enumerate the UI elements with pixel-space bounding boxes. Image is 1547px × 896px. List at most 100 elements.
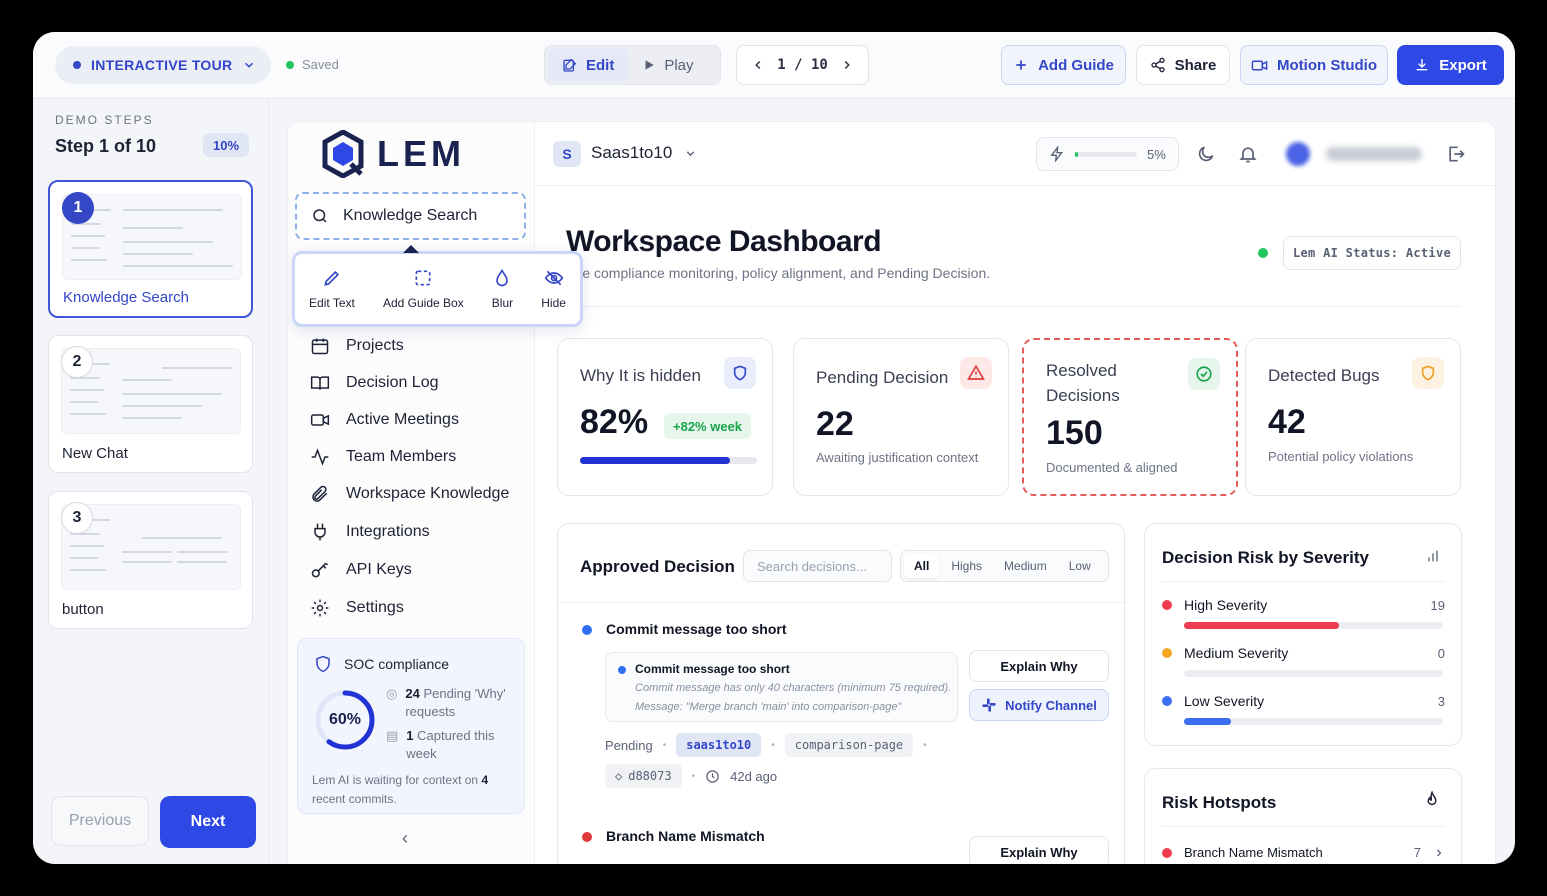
- check-circle-icon: [1188, 358, 1220, 390]
- dashed-box-icon: [415, 270, 431, 286]
- demo-app-frame: LEM Knowledge Search Edit Text Add Guide…: [287, 121, 1496, 864]
- guide-toolbar-popover: Edit Text Add Guide Box Blur Hide: [292, 245, 583, 327]
- steps-progress-text: Step 1 of 10: [55, 136, 157, 156]
- export-button[interactable]: Export: [1397, 45, 1504, 85]
- severity-bar: [1184, 670, 1443, 677]
- filter-low[interactable]: Low: [1059, 554, 1101, 578]
- soc-compliance-card: SOC compliance 60% ◎ 24 Pending 'Why' re…: [297, 638, 525, 814]
- shield-alert-icon: [1412, 357, 1444, 389]
- search-decisions-input[interactable]: Search decisions...: [743, 550, 892, 582]
- play-mode-button[interactable]: Play: [628, 49, 707, 81]
- soc-title: SOC compliance: [314, 655, 449, 673]
- risk-severity-card: Decision Risk by Severity High Severity 1…: [1144, 523, 1462, 746]
- previous-button[interactable]: Previous: [51, 796, 149, 846]
- bar-chart-icon[interactable]: [1425, 548, 1441, 564]
- steps-percent-badge: 10%: [203, 133, 249, 157]
- collapse-sidebar-icon[interactable]: ‹: [402, 828, 408, 849]
- paperclip-icon: [312, 485, 328, 502]
- calendar-icon: [311, 338, 329, 355]
- step-card-2[interactable]: 2 New Chat: [48, 335, 253, 473]
- key-icon: [311, 562, 329, 578]
- moon-icon[interactable]: [1196, 144, 1216, 164]
- risk-title: Decision Risk by Severity: [1162, 548, 1369, 567]
- issue-age: 42d ago: [730, 768, 778, 784]
- hide-tool[interactable]: Hide: [541, 268, 566, 310]
- severity-bar: [1184, 622, 1443, 629]
- add-guide-box-tool[interactable]: Add Guide Box: [383, 268, 464, 310]
- blur-tool[interactable]: Blur: [492, 268, 513, 310]
- gear-icon: [311, 599, 329, 617]
- step-card-1[interactable]: 1 Knowledge Search: [48, 180, 253, 318]
- explain-why-button[interactable]: Explain Why: [969, 836, 1109, 864]
- issue-title: Commit message too short: [606, 621, 787, 637]
- sidebar-item-active-meetings[interactable]: Active Meetings: [310, 410, 459, 430]
- saved-label: Saved: [302, 57, 339, 72]
- filter-medium[interactable]: Medium: [994, 554, 1057, 578]
- sidebar-item-decision-log[interactable]: Decision Log: [310, 373, 439, 393]
- chevron-left-icon[interactable]: [751, 58, 765, 72]
- next-button[interactable]: Next: [160, 796, 256, 848]
- chevron-right-icon[interactable]: [840, 58, 854, 72]
- video-icon: [1251, 60, 1268, 70]
- stat-label: Resolved Decisions: [1046, 361, 1120, 405]
- plug-icon: [314, 523, 326, 541]
- page-title: Workspace Dashboard: [566, 225, 882, 258]
- severity-row-high: High Severity 19: [1162, 597, 1445, 629]
- stat-progress-bar: [580, 457, 757, 464]
- severity-bar: [1184, 718, 1443, 725]
- video-icon: [310, 414, 330, 426]
- step-number: 3: [61, 502, 93, 534]
- edit-text-tool[interactable]: Edit Text: [309, 268, 355, 310]
- edit-mode-button[interactable]: Edit: [548, 49, 629, 81]
- motion-studio-button[interactable]: Motion Studio: [1240, 45, 1388, 85]
- lem-logo-icon: [322, 130, 364, 178]
- filter-all[interactable]: All: [904, 554, 940, 578]
- explain-why-button[interactable]: Explain Why: [969, 650, 1109, 682]
- logo-text: LEM: [377, 133, 465, 174]
- branch-tag[interactable]: comparison-page: [784, 733, 914, 757]
- saved-dot-icon: [286, 60, 294, 69]
- tour-dot-icon: [73, 61, 81, 69]
- slack-icon: [982, 698, 996, 712]
- edit-icon: [563, 58, 577, 72]
- avatar[interactable]: [1286, 142, 1310, 166]
- stat-value: 82%: [580, 403, 649, 441]
- activity-icon: [311, 448, 329, 466]
- sidebar-item-api-keys[interactable]: API Keys: [310, 560, 412, 580]
- detail-line: Commit message has only 40 characters (m…: [635, 682, 952, 694]
- share-button[interactable]: Share: [1136, 45, 1230, 85]
- hotspot-row[interactable]: Branch Name Mismatch 7: [1162, 845, 1445, 860]
- divider: [1162, 581, 1445, 582]
- severity-row-low: Low Severity 3: [1162, 693, 1445, 725]
- notify-channel-button[interactable]: Notify Channel: [969, 689, 1109, 721]
- step-card-3[interactable]: 3 button: [48, 491, 253, 629]
- step-label: button: [62, 601, 104, 618]
- play-icon: [645, 60, 655, 70]
- add-guide-button[interactable]: Add Guide: [1001, 45, 1126, 85]
- approved-decision-card: Approved Decision Search decisions... Al…: [557, 523, 1126, 864]
- workspace-selector[interactable]: Saas1to10: [591, 143, 697, 163]
- knowledge-search-button[interactable]: Knowledge Search: [295, 192, 526, 240]
- filter-highs[interactable]: Highs: [941, 554, 992, 578]
- page-indicator: 1 / 10: [777, 57, 828, 73]
- sidebar-item-integrations[interactable]: Integrations: [310, 522, 430, 542]
- bell-icon[interactable]: [1238, 144, 1258, 164]
- sidebar-item-settings[interactable]: Settings: [310, 598, 404, 618]
- status-badge: Lem AI Status: Active: [1283, 236, 1461, 270]
- page-subtitle: The compliance monitoring, policy alignm…: [566, 265, 991, 281]
- sidebar-item-projects[interactable]: Projects: [310, 336, 404, 356]
- tour-selector[interactable]: INTERACTIVE TOUR: [55, 46, 271, 84]
- issue-meta-row: Pending • saas1to10 • comparison-page •: [605, 733, 927, 757]
- repo-tag[interactable]: saas1to10: [676, 733, 762, 757]
- sidebar-item-workspace-knowledge[interactable]: Workspace Knowledge: [310, 484, 509, 504]
- logout-icon[interactable]: [1446, 144, 1466, 164]
- stat-label: Pending Decision: [816, 368, 949, 387]
- sidebar-item-team-members[interactable]: Team Members: [310, 447, 456, 467]
- detail-title: Commit message too short: [635, 662, 790, 676]
- eye-off-icon: [544, 270, 563, 286]
- book-icon: [310, 376, 330, 390]
- low-dot-icon: [1162, 696, 1172, 706]
- commit-tag[interactable]: ◇ d88073: [605, 764, 682, 788]
- step-pager: 1 / 10: [736, 45, 869, 85]
- stat-trend-badge: +82% week: [664, 413, 752, 439]
